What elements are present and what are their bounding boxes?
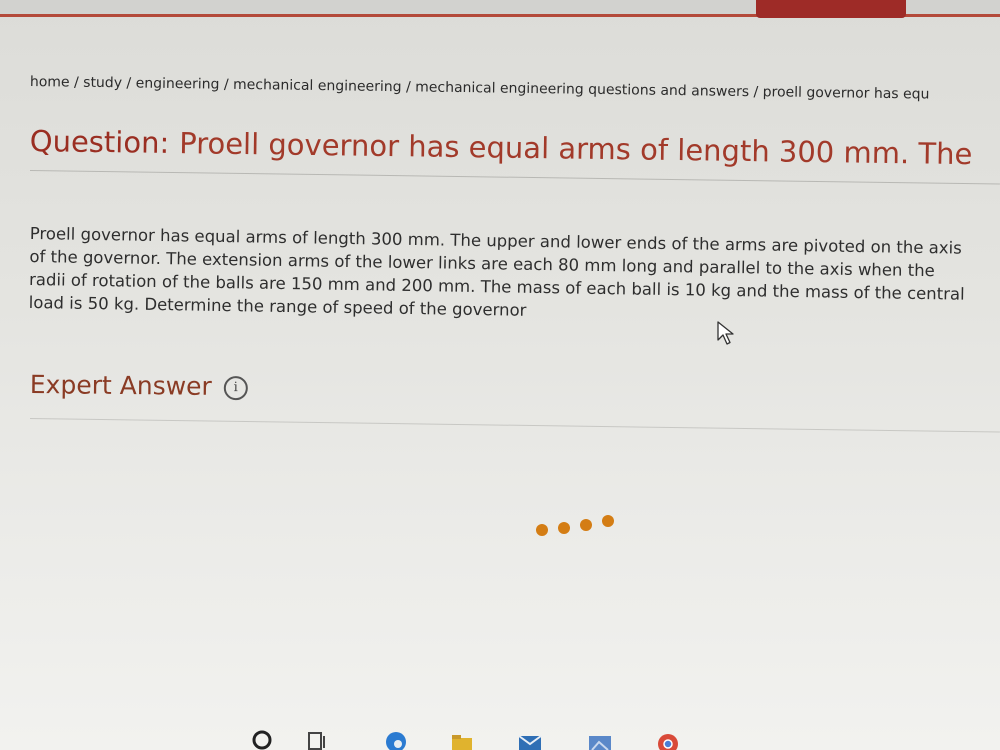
loader-dot xyxy=(536,524,548,536)
question-title: Proell governor has equal arms of length… xyxy=(178,126,973,172)
task-view-icon[interactable] xyxy=(306,728,330,750)
photos-icon[interactable] xyxy=(588,728,612,750)
breadcrumb-separator: / xyxy=(69,74,84,91)
breadcrumb-separator: / xyxy=(219,76,234,93)
breadcrumb-separator: / xyxy=(121,75,136,92)
breadcrumb-qa[interactable]: mechanical engineering questions and ans… xyxy=(415,79,749,100)
answer-divider xyxy=(29,418,1000,433)
info-icon[interactable]: i xyxy=(223,376,248,401)
mail-icon[interactable] xyxy=(518,728,542,750)
breadcrumb-mechanical-engineering[interactable]: mechanical engineering xyxy=(233,77,402,95)
question-label: Question: xyxy=(29,124,170,160)
expert-answer-heading: Expert Answer i xyxy=(30,370,248,401)
question-body: Proell governor has equal arms of length… xyxy=(28,223,965,320)
chrome-icon[interactable] xyxy=(656,728,680,750)
search-circle-icon[interactable] xyxy=(250,728,274,750)
breadcrumb-separator: / xyxy=(401,79,416,96)
title-divider xyxy=(29,170,1000,185)
breadcrumb-home[interactable]: home xyxy=(30,74,70,91)
breadcrumb: home / study / engineering / mechanical … xyxy=(30,74,1000,104)
page-title: Question: Proell governor has equal arms … xyxy=(30,124,1000,172)
taskbar xyxy=(0,710,1000,750)
breadcrumb-engineering[interactable]: engineering xyxy=(136,75,220,92)
breadcrumb-study[interactable]: study xyxy=(83,75,122,92)
loader-dot xyxy=(580,519,592,531)
page: home / study / engineering / mechanical … xyxy=(0,0,1000,750)
edge-icon[interactable] xyxy=(384,728,408,750)
header-action-button[interactable] xyxy=(756,0,906,18)
loader-dot xyxy=(558,522,570,534)
mouse-cursor-icon xyxy=(717,321,734,345)
loader-dot xyxy=(602,515,614,527)
file-explorer-icon[interactable] xyxy=(450,728,474,750)
loading-spinner xyxy=(536,514,626,536)
expert-answer-title: Expert Answer xyxy=(29,370,212,401)
breadcrumb-current: proell governor has equ xyxy=(762,84,930,103)
breadcrumb-separator: / xyxy=(748,84,763,101)
